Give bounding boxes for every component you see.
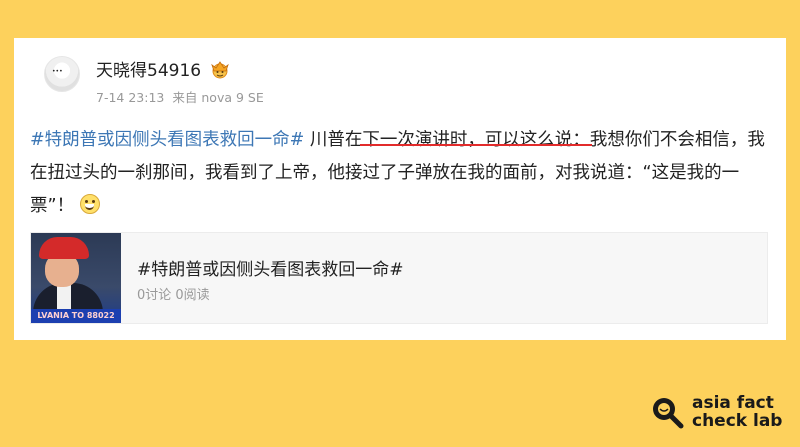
post-body: #特朗普或因侧头看图表救回一命# 川普在下一次演讲时，可以这么说：我想你们不会相… — [30, 124, 770, 223]
thumbnail-red-hat — [39, 237, 89, 259]
brand-line2: check lab — [692, 411, 783, 431]
topic-title[interactable]: #特朗普或因侧头看图表救回一命# — [137, 255, 404, 280]
brand-logo: asia fact check lab — [650, 394, 782, 430]
underlined-text: 下一次演讲时，可以这么说： — [362, 130, 590, 150]
topic-thumbnail: LVANIA TO 88022 — [31, 233, 121, 323]
vip-crown-icon — [209, 59, 231, 79]
username[interactable]: 天晓得54916 — [96, 56, 201, 81]
grin-emoji-icon — [80, 194, 101, 214]
post-meta: 7-14 23:13 来自 nova 9 SE — [96, 87, 264, 106]
user-block: 天晓得54916 7-14 23:13 来自 nova 9 SE — [96, 56, 264, 106]
post-header: ••• 天晓得54916 7-14 23:13 来自 nova 9 SE — [44, 56, 264, 106]
brand-text: asia fact check lab — [692, 394, 782, 430]
avatar-image: ••• — [52, 68, 63, 75]
username-row: 天晓得54916 — [96, 56, 264, 81]
topic-stats: 0讨论 0阅读 — [137, 288, 210, 303]
thumbnail-banner: LVANIA TO 88022 — [31, 309, 121, 323]
hashtag-link[interactable]: #特朗普或因侧头看图表救回一命# — [30, 130, 304, 150]
post-source-prefix: 来自 — [172, 90, 198, 105]
weibo-post-card: ••• 天晓得54916 7-14 23:13 来自 nova 9 SE #特朗… — [14, 38, 786, 340]
brand-line1: asia fact — [692, 393, 774, 413]
post-text-before: 川普在 — [304, 130, 363, 150]
magnifier-logo-icon — [650, 395, 684, 429]
avatar[interactable]: ••• — [44, 56, 80, 92]
post-device: nova 9 SE — [201, 90, 264, 105]
topic-card[interactable]: LVANIA TO 88022 #特朗普或因侧头看图表救回一命# 0讨论 0阅读 — [30, 232, 768, 324]
post-timestamp[interactable]: 7-14 23:13 — [96, 90, 164, 105]
